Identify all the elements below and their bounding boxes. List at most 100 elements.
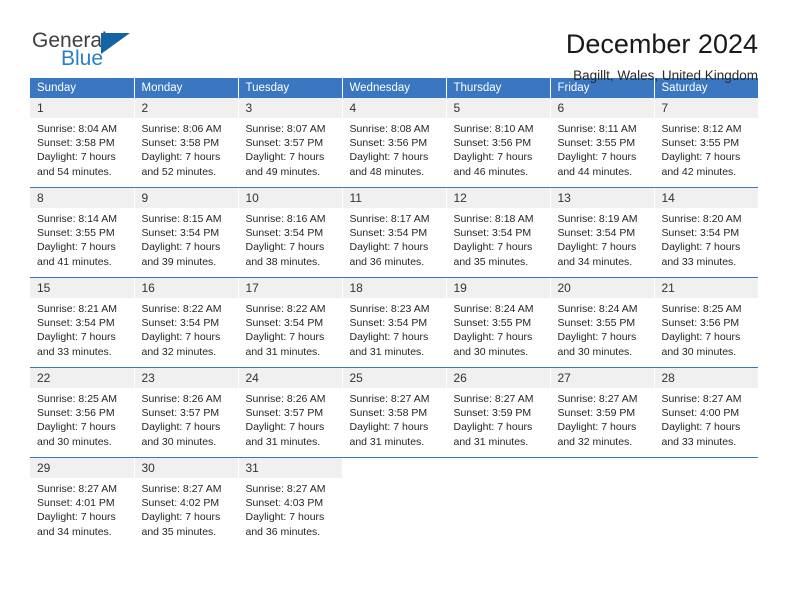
- calendar-day-cell[interactable]: 6 Sunrise: 8:11 AM Sunset: 3:55 PM Daylight…: [550, 98, 655, 187]
- sunrise-text: Sunrise: 8:26 AM: [141, 393, 222, 405]
- sunrise-text: Sunrise: 8:22 AM: [141, 303, 222, 315]
- daylight-text-line2: and 31 minutes.: [349, 435, 425, 448]
- calendar-day-cell[interactable]: 8 Sunrise: 8:14 AM Sunset: 3:55 PM Daylight…: [30, 188, 135, 277]
- brand-triangle-icon: [101, 33, 130, 54]
- calendar-day-cell[interactable]: 4 Sunrise: 8:08 AM Sunset: 3:56 PM Daylight…: [342, 98, 447, 187]
- sunset-text: Sunset: 4:00 PM: [661, 407, 740, 420]
- day-number: [342, 458, 446, 478]
- sunrise-text: Sunrise: 8:25 AM: [37, 393, 117, 405]
- calendar-day-cell[interactable]: 2 Sunrise: 8:06 AM Sunset: 3:58 PM Daylight…: [134, 98, 239, 187]
- calendar-day-cell[interactable]: 16 Sunrise: 8:22 AM Sunset: 3:54 PM Dayligh…: [134, 278, 239, 367]
- day-details: Sunrise: 8:17 AM Sunset: 3:54 PM Daylight:…: [343, 208, 446, 269]
- sunrise-text: Sunrise: 8:24 AM: [453, 303, 534, 315]
- calendar-day-cell[interactable]: 31 Sunrise: 8:27 AM Sunset: 4:03 PM Dayligh…: [238, 458, 343, 547]
- calendar-day-cell[interactable]: 18 Sunrise: 8:23 AM Sunset: 3:54 PM Dayligh…: [342, 278, 447, 367]
- day-number: 17: [238, 278, 342, 298]
- calendar-day-cell[interactable]: 25 Sunrise: 8:27 AM Sunset: 3:58 PM Dayligh…: [342, 368, 447, 457]
- calendar-day-cell[interactable]: 22 Sunrise: 8:25 AM Sunset: 3:56 PM Dayligh…: [30, 368, 135, 457]
- sunrise-text: Sunrise: 8:10 AM: [453, 123, 534, 135]
- sunrise-text: Sunrise: 8:21 AM: [37, 303, 117, 315]
- brand-name-blue: Blue: [61, 47, 104, 70]
- calendar-day-cell[interactable]: 12 Sunrise: 8:18 AM Sunset: 3:54 PM Dayligh…: [446, 188, 551, 277]
- calendar-day-cell[interactable]: 27 Sunrise: 8:27 AM Sunset: 3:59 PM Dayligh…: [550, 368, 655, 457]
- calendar-day-cell[interactable]: 10 Sunrise: 8:16 AM Sunset: 3:54 PM Dayligh…: [238, 188, 343, 277]
- daylight-text-line2: and 33 minutes.: [37, 345, 112, 358]
- calendar-day-cell[interactable]: 7 Sunrise: 8:12 AM Sunset: 3:55 PM Daylight…: [654, 98, 758, 187]
- daylight-text-line1: Daylight: 7 hours: [37, 241, 116, 254]
- calendar-day-cell[interactable]: 21 Sunrise: 8:25 AM Sunset: 3:56 PM Dayligh…: [654, 278, 758, 367]
- daylight-text-line2: and 31 minutes.: [245, 435, 321, 448]
- calendar-day-cell[interactable]: 9 Sunrise: 8:15 AM Sunset: 3:54 PM Daylight…: [134, 188, 239, 277]
- daylight-text-line1: Daylight: 7 hours: [141, 511, 221, 524]
- calendar-day-cell[interactable]: 13 Sunrise: 8:19 AM Sunset: 3:54 PM Dayligh…: [550, 188, 655, 277]
- sunset-text: Sunset: 3:58 PM: [349, 407, 428, 420]
- daylight-text-line1: Daylight: 7 hours: [661, 421, 741, 434]
- daylight-text-line2: and 42 minutes.: [661, 165, 737, 178]
- day-number: 28: [654, 368, 758, 388]
- day-details: Sunrise: 8:16 AM Sunset: 3:54 PM Daylight:…: [239, 208, 342, 269]
- daylight-text-line2: and 30 minutes.: [557, 345, 633, 358]
- day-number: 12: [446, 188, 550, 208]
- day-details: Sunrise: 8:25 AM Sunset: 3:56 PM Daylight:…: [655, 298, 759, 359]
- day-number: 15: [30, 278, 134, 298]
- day-details: Sunrise: 8:21 AM Sunset: 3:54 PM Daylight:…: [30, 298, 134, 359]
- calendar-day-cell[interactable]: 19 Sunrise: 8:24 AM Sunset: 3:55 PM Dayligh…: [446, 278, 551, 367]
- calendar-day-cell[interactable]: 24 Sunrise: 8:26 AM Sunset: 3:57 PM Dayligh…: [238, 368, 343, 457]
- daylight-text-line2: and 32 minutes.: [141, 345, 217, 358]
- day-details: Sunrise: 8:22 AM Sunset: 3:54 PM Daylight:…: [135, 298, 238, 359]
- daylight-text-line1: Daylight: 7 hours: [141, 151, 221, 164]
- calendar-day-cell[interactable]: 29 Sunrise: 8:27 AM Sunset: 4:01 PM Dayligh…: [30, 458, 135, 547]
- calendar-day-cell[interactable]: 20 Sunrise: 8:24 AM Sunset: 3:55 PM Dayligh…: [550, 278, 655, 367]
- sunset-text: Sunset: 3:56 PM: [661, 317, 740, 330]
- daylight-text-line1: Daylight: 7 hours: [245, 241, 325, 254]
- calendar-grid: Sunday Monday Tuesday Wednesday Thursday…: [30, 78, 758, 547]
- calendar-day-cell[interactable]: 28 Sunrise: 8:27 AM Sunset: 4:00 PM Dayligh…: [654, 368, 758, 457]
- day-details: Sunrise: 8:11 AM Sunset: 3:55 PM Daylight:…: [551, 118, 654, 179]
- calendar-day-cell[interactable]: 1 Sunrise: 8:04 AM Sunset: 3:58 PM Daylight…: [30, 98, 135, 187]
- day-number: 11: [342, 188, 446, 208]
- calendar-day-cell[interactable]: 14 Sunrise: 8:20 AM Sunset: 3:54 PM Dayligh…: [654, 188, 758, 277]
- daylight-text-line1: Daylight: 7 hours: [349, 421, 429, 434]
- day-number: 1: [30, 98, 134, 118]
- calendar-day-cell[interactable]: 30 Sunrise: 8:27 AM Sunset: 4:02 PM Dayligh…: [134, 458, 239, 547]
- sunset-text: Sunset: 3:54 PM: [661, 227, 740, 240]
- daylight-text-line2: and 44 minutes.: [557, 165, 633, 178]
- daylight-text-line1: Daylight: 7 hours: [557, 151, 637, 164]
- sunset-text: Sunset: 3:57 PM: [141, 407, 220, 420]
- page-title: December 2024: [565, 29, 758, 59]
- day-details: Sunrise: 8:27 AM Sunset: 3:59 PM Daylight:…: [551, 388, 654, 449]
- calendar-day-cell[interactable]: 5 Sunrise: 8:10 AM Sunset: 3:56 PM Daylight…: [446, 98, 551, 187]
- daylight-text-line1: Daylight: 7 hours: [245, 421, 325, 434]
- sunset-text: Sunset: 3:58 PM: [37, 137, 115, 150]
- sunset-text: Sunset: 3:54 PM: [141, 317, 220, 330]
- calendar-day-cell[interactable]: 17 Sunrise: 8:22 AM Sunset: 3:54 PM Dayligh…: [238, 278, 343, 367]
- day-details: Sunrise: 8:22 AM Sunset: 3:54 PM Daylight:…: [239, 298, 342, 359]
- sunset-text: Sunset: 3:54 PM: [349, 227, 428, 240]
- title-block: December 2024 Bagillt, Wales, United Kin…: [160, 28, 758, 86]
- calendar-day-cell[interactable]: 11 Sunrise: 8:17 AM Sunset: 3:54 PM Dayligh…: [342, 188, 447, 277]
- sunrise-text: Sunrise: 8:22 AM: [245, 303, 326, 315]
- day-details: Sunrise: 8:24 AM Sunset: 3:55 PM Daylight:…: [447, 298, 550, 359]
- calendar-day-cell[interactable]: 3 Sunrise: 8:07 AM Sunset: 3:57 PM Daylight…: [238, 98, 343, 187]
- calendar-week-row: 8 Sunrise: 8:14 AM Sunset: 3:55 PM Daylight…: [30, 188, 758, 277]
- daylight-text-line2: and 35 minutes.: [453, 255, 529, 268]
- calendar-day-cell[interactable]: 15 Sunrise: 8:21 AM Sunset: 3:54 PM Dayligh…: [30, 278, 135, 367]
- day-number: 25: [342, 368, 446, 388]
- sunset-text: Sunset: 4:03 PM: [245, 497, 324, 510]
- daylight-text-line1: Daylight: 7 hours: [349, 151, 429, 164]
- calendar-day-cell[interactable]: 23 Sunrise: 8:26 AM Sunset: 3:57 PM Dayligh…: [134, 368, 239, 457]
- daylight-text-line2: and 30 minutes.: [37, 435, 112, 448]
- calendar-week-row: 29 Sunrise: 8:27 AM Sunset: 4:01 PM Dayligh…: [30, 458, 758, 547]
- daylight-text-line1: Daylight: 7 hours: [661, 151, 741, 164]
- brand-logo[interactable]: General Blue: [30, 28, 160, 74]
- calendar-day-cell[interactable]: 26 Sunrise: 8:27 AM Sunset: 3:59 PM Dayligh…: [446, 368, 551, 457]
- daylight-text-line2: and 41 minutes.: [37, 255, 112, 268]
- sunset-text: Sunset: 3:54 PM: [349, 317, 428, 330]
- sunset-text: Sunset: 3:56 PM: [37, 407, 115, 420]
- day-number: 2: [134, 98, 238, 118]
- daylight-text-line1: Daylight: 7 hours: [141, 331, 221, 344]
- sunrise-text: Sunrise: 8:27 AM: [141, 483, 222, 495]
- day-number: 31: [238, 458, 342, 478]
- daylight-text-line2: and 31 minutes.: [245, 345, 321, 358]
- calendar-cell-empty: [550, 458, 655, 547]
